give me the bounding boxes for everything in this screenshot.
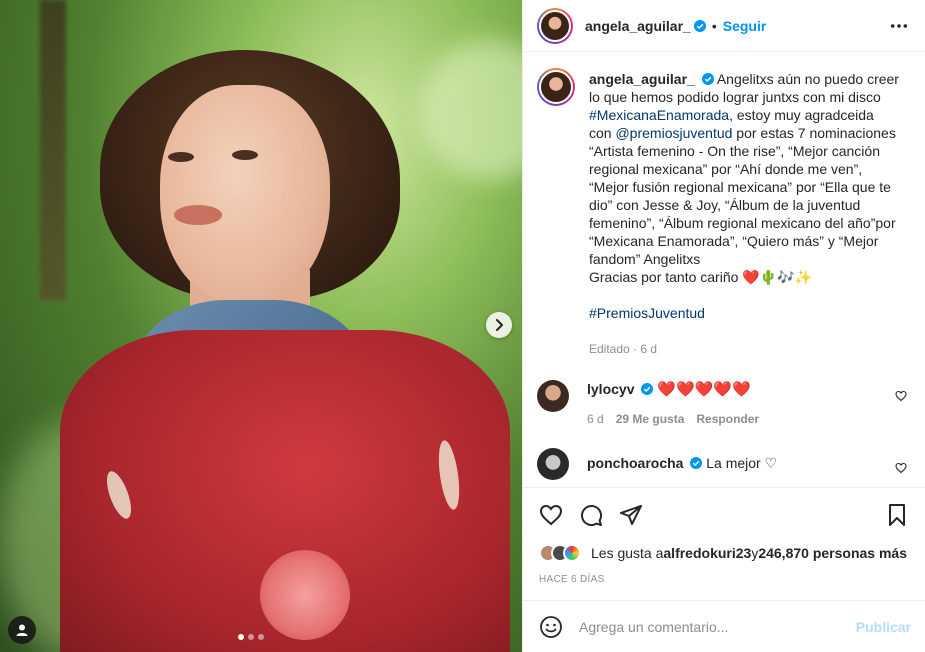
photo-bokeh [420, 40, 522, 180]
photo-tree-trunk [40, 0, 66, 300]
share-paper-plane-icon[interactable] [619, 503, 643, 527]
post-actions: Les gusta a alfredokuri23 y 246,870 pers… [523, 487, 925, 585]
comment-item: lylocyv ❤️❤️❤️❤️❤️ 6 d 29 Me gusta Respo… [537, 380, 909, 426]
more-horizontal-icon [890, 24, 908, 28]
comment-input[interactable] [579, 618, 856, 635]
comment-text: La mejor ♡ [706, 455, 778, 471]
avatar[interactable] [537, 68, 575, 106]
comments-section: angela_aguilar_ Angelitxs aún no puedo c… [523, 52, 925, 487]
photo-face [160, 85, 330, 305]
carousel-indicator [238, 634, 264, 640]
user-icon [16, 624, 28, 636]
comment-item: ponchoarocha La mejor ♡ [537, 448, 909, 480]
photo-lips [174, 205, 222, 225]
post-timestamp[interactable]: HACE 6 DÍAS [539, 574, 909, 585]
post-panel: angela_aguilar_ • Seguir angela_aguilar_… [522, 0, 925, 652]
carousel-dot [258, 634, 264, 640]
like-comment-heart-icon[interactable] [895, 462, 907, 474]
comment-likes-link[interactable]: 29 Me gusta [616, 412, 685, 426]
photo-eye [168, 152, 194, 162]
chevron-right-icon [496, 319, 503, 331]
caption-text: Gracias por tanto cariño [589, 269, 743, 285]
next-photo-button[interactable] [486, 312, 512, 338]
likes-middle: y [751, 545, 759, 561]
photo-rose [260, 550, 350, 640]
comment-bubble-icon[interactable] [579, 503, 603, 527]
post-header: angela_aguilar_ • Seguir [523, 0, 925, 52]
separator: • [711, 17, 717, 34]
tagged-users-button[interactable] [8, 616, 36, 644]
post-photo [0, 0, 522, 652]
like-heart-icon[interactable] [539, 503, 563, 527]
caption-username[interactable]: angela_aguilar_ [589, 71, 695, 87]
more-options-button[interactable] [889, 16, 909, 36]
avatar[interactable] [537, 380, 569, 412]
carousel-dot [238, 634, 244, 640]
comment-age: 6 d [587, 412, 604, 426]
save-bookmark-icon[interactable] [885, 503, 909, 527]
hashtag-link[interactable]: #MexicanaEnamorada [589, 107, 729, 123]
post-username[interactable]: angela_aguilar_ [585, 18, 691, 34]
verified-badge-icon [641, 383, 654, 395]
post-caption: angela_aguilar_ Angelitxs aún no puedo c… [537, 68, 909, 358]
like-comment-heart-icon[interactable] [895, 390, 907, 402]
likes-prefix: Les gusta a [591, 545, 664, 561]
caption-text: por estas 7 nominaciones “Artista femeni… [589, 125, 896, 267]
comment-username[interactable]: lylocyv [587, 381, 634, 397]
photo-eye [232, 150, 258, 160]
verified-badge-icon [690, 457, 703, 469]
caption-emojis: ❤️🌵🎶✨ [742, 269, 813, 285]
follow-button[interactable]: Seguir [723, 18, 767, 34]
reply-button[interactable]: Responder [696, 412, 759, 426]
comment-text: ❤️❤️❤️❤️❤️ [657, 381, 751, 398]
caption-meta: Editado · 6 d [589, 342, 658, 356]
liker-username[interactable]: alfredokuri23 [663, 545, 751, 561]
hashtag-link[interactable]: #PremiosJuventud [589, 305, 705, 321]
mention-link[interactable]: @premiosjuventud [615, 125, 732, 141]
likes-count-link[interactable]: 246,870 personas más [758, 545, 907, 561]
avatar[interactable] [537, 448, 569, 480]
avatar[interactable] [537, 7, 573, 44]
verified-badge-icon [693, 19, 706, 32]
avatar [563, 544, 581, 562]
add-comment-bar: Publicar [523, 600, 925, 652]
likes-summary: Les gusta a alfredokuri23 y 246,870 pers… [539, 544, 909, 562]
comment-username[interactable]: ponchoarocha [587, 455, 683, 471]
verified-badge-icon [701, 73, 714, 85]
liker-avatars [539, 544, 581, 562]
publish-button[interactable]: Publicar [856, 619, 911, 635]
carousel-dot [248, 634, 254, 640]
emoji-smiley-icon[interactable] [539, 615, 563, 639]
